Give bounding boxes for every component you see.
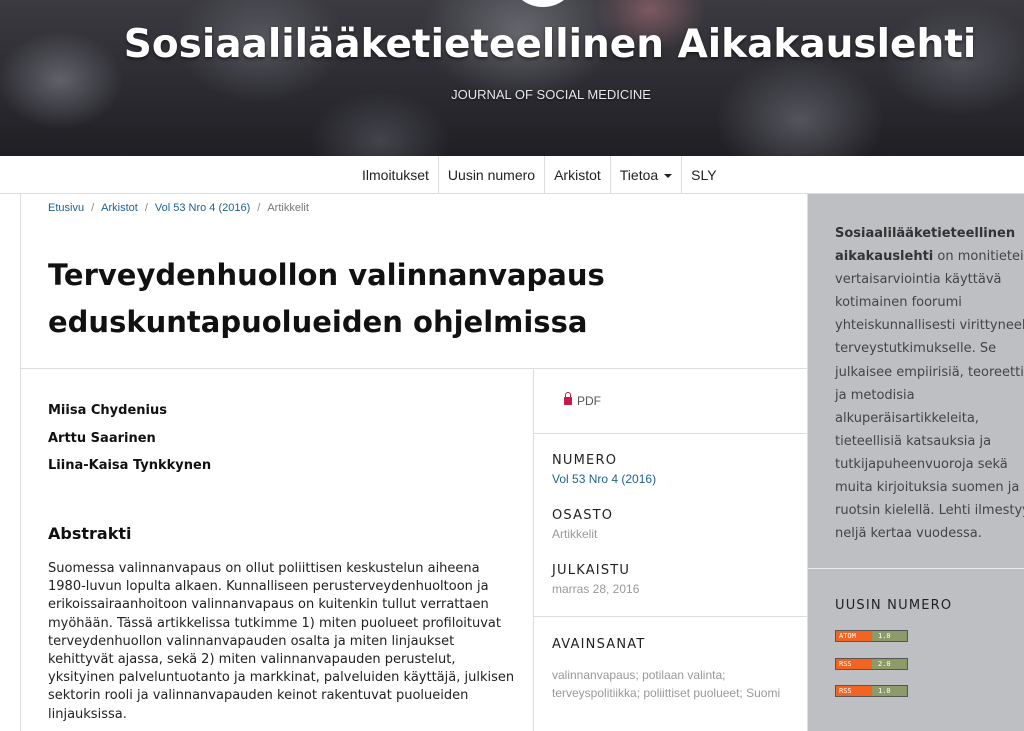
journal-logo[interactable]: [508, 0, 578, 7]
site-header: Sosiaalilääketieteellinen Aikakauslehti …: [0, 0, 1024, 156]
main-nav: Ilmoitukset Uusin numero Arkistot Tietoa…: [0, 156, 1024, 194]
breadcrumb-archive[interactable]: Arkistot: [101, 202, 138, 214]
latest-issue-heading: UUSIN NUMERO: [835, 598, 953, 613]
nav-label: Ilmoitukset: [362, 167, 429, 183]
nav-item-about[interactable]: Tietoa: [611, 156, 683, 194]
caret-down-icon: [664, 174, 673, 179]
journal-description: Sosiaalilääketieteellinen aikakauslehti …: [835, 222, 1024, 545]
breadcrumb-current: Artikkelit: [267, 202, 309, 214]
nav-label: SLY: [691, 167, 717, 183]
author-name: Miisa Chydenius: [48, 403, 167, 418]
sidebar: Sosiaalilääketieteellinen aikakauslehti …: [808, 194, 1024, 731]
nav-item-announcements[interactable]: Ilmoitukset: [353, 156, 439, 194]
journal-name: aikakauslehti: [835, 249, 934, 265]
article-body: Miisa Chydenius Arttu Saarinen Liina-Kai…: [21, 369, 533, 731]
description-line: alkuperäisartikkeleita,: [835, 410, 979, 426]
section-label: OSASTO: [552, 508, 614, 523]
rss1-feed-badge[interactable]: RSS 1.0: [835, 685, 908, 697]
site-title[interactable]: Sosiaalilääketieteellinen Aikakauslehti: [0, 22, 1024, 67]
abstract-heading: Abstrakti: [48, 524, 132, 543]
description-text: on monitieteinen: [937, 249, 1024, 265]
divider: [534, 616, 809, 617]
description-line: vertaisarviointia käyttävä: [835, 272, 1002, 288]
feed-version: 1.0: [872, 631, 907, 641]
breadcrumb-home[interactable]: Etusivu: [48, 202, 84, 214]
breadcrumb-issue[interactable]: Vol 53 Nro 4 (2016): [155, 202, 250, 214]
description-line: Sosiaalilääketieteellinen: [835, 222, 1024, 245]
article-main: Etusivu / Arkistot / Vol 53 Nro 4 (2016) / Art…: [20, 194, 809, 731]
pdf-label: PDF: [577, 394, 601, 408]
description-line: julkaisee empiirisiä, teoreettisia: [835, 364, 1024, 380]
feed-type: RSS: [836, 686, 872, 696]
breadcrumb-separator: /: [91, 202, 95, 214]
nav-label: Arkistot: [554, 167, 601, 183]
keywords-label: AVAINSANAT: [552, 637, 646, 652]
atom-feed-badge[interactable]: ATOM 1.0: [835, 630, 908, 642]
feed-type: RSS: [836, 659, 872, 669]
abstract-text: Suomessa valinnanvapaus on ollut poliitt…: [48, 561, 515, 722]
nav-item-sly[interactable]: SLY: [682, 156, 725, 194]
article-title: Terveydenhuollon valinnanvapaus eduskunt…: [48, 258, 605, 339]
description-line: kotimainen foorumi: [835, 295, 962, 311]
divider: [808, 568, 1024, 569]
description-line: ja metodisia: [835, 387, 915, 403]
description-line: neljä kertaa vuodessa.: [835, 526, 982, 542]
description-line: ruotsin kielellä. Lehti ilmestyy: [835, 503, 1024, 519]
site-subtitle: JOURNAL OF SOCIAL MEDICINE: [451, 87, 651, 102]
issue-link[interactable]: Vol 53 Nro 4 (2016): [552, 472, 656, 486]
lock-icon: [564, 392, 572, 405]
section-value: Artikkelit: [552, 527, 598, 541]
breadcrumb-separator: /: [257, 202, 261, 214]
feed-version: 1.0: [872, 686, 907, 696]
pdf-link[interactable]: PDF: [564, 392, 601, 408]
breadcrumb-separator: /: [144, 202, 148, 214]
published-label: JULKAISTU: [552, 563, 631, 578]
keywords-value: valinnanvapaus; potilaan valinta; tervey…: [552, 668, 781, 700]
description-line: muita kirjoituksia suomen ja: [835, 480, 1020, 496]
description-line: tieteellisiä katsauksia ja: [835, 433, 992, 449]
author-name: Arttu Saarinen: [48, 430, 156, 446]
breadcrumb: Etusivu / Arkistot / Vol 53 Nro 4 (2016) / Art…: [48, 202, 309, 214]
nav-label: Uusin numero: [447, 167, 536, 183]
description-line: tutkijapuheenvuoroja sekä: [835, 456, 1008, 472]
feed-version: 2.0: [872, 659, 907, 669]
issue-label: NUMERO: [552, 453, 618, 468]
description-line: terveystutkimukselle. Se: [835, 341, 997, 357]
nav-label: Tietoa: [619, 167, 659, 183]
journal-name: Sosiaalilääketieteellinen: [835, 226, 1016, 241]
published-value: marras 28, 2016: [552, 582, 640, 596]
description-line: aikakauslehti on monitieteinen: [835, 245, 1024, 268]
nav-item-current-issue[interactable]: Uusin numero: [439, 156, 546, 194]
article-details: PDF NUMERO Vol 53 Nro 4 (2016) OSASTO Ar…: [533, 369, 809, 731]
rss2-feed-badge[interactable]: RSS 2.0: [835, 658, 908, 670]
author-name: Liina-Kaisa Tynkkynen: [48, 458, 212, 473]
divider: [534, 433, 809, 434]
description-line: yhteiskunnallisesti virittyneelle: [835, 318, 1024, 334]
feed-type: ATOM: [836, 631, 872, 641]
author-list: Miisa Chydenius Arttu Saarinen Liina-Kai…: [48, 397, 211, 480]
nav-item-archives[interactable]: Arkistot: [545, 156, 611, 194]
